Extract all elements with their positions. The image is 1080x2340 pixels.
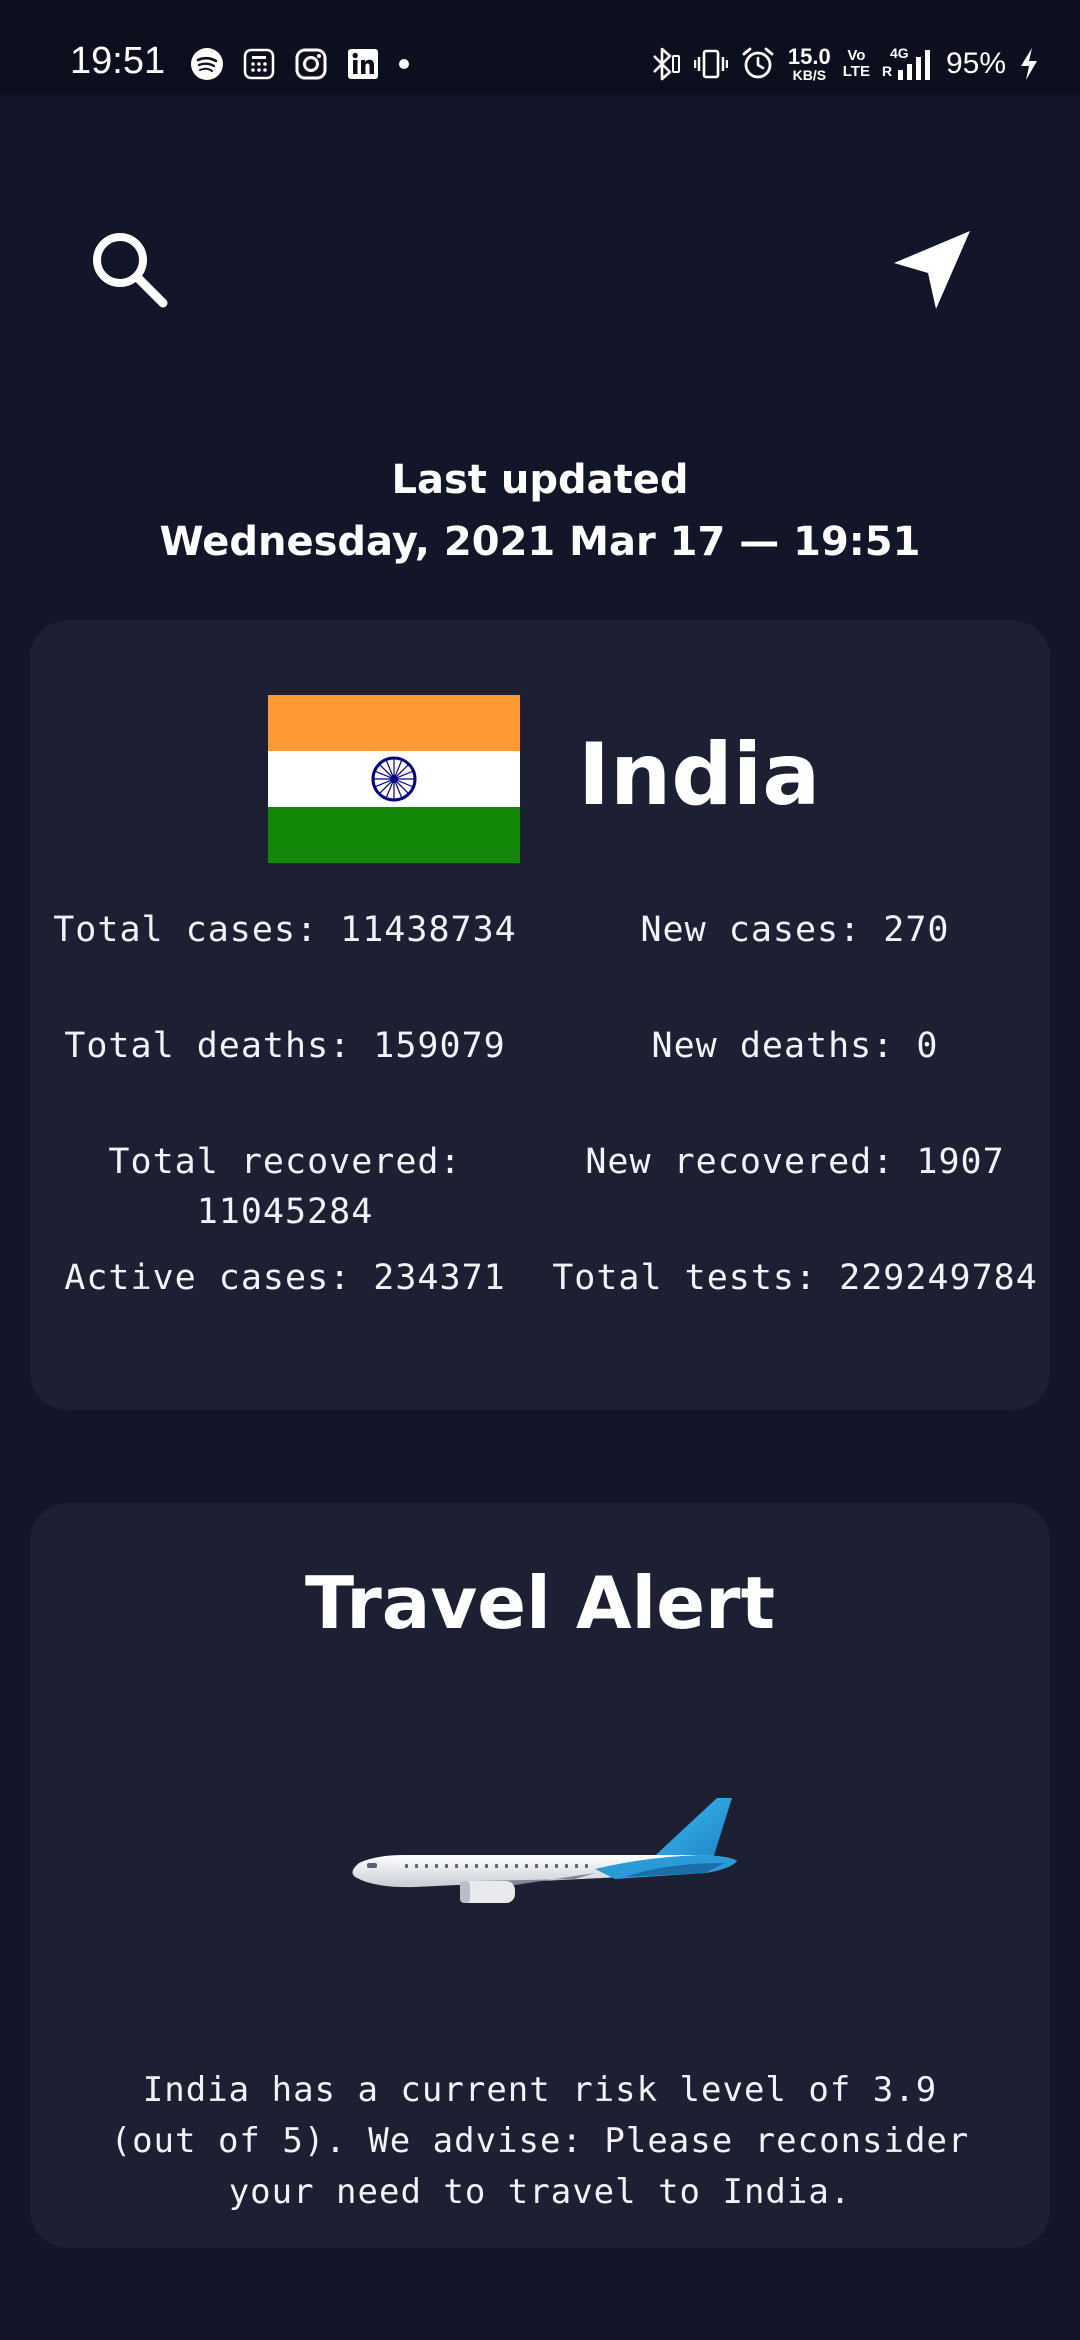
network-speed-value: 15.0 bbox=[787, 43, 831, 69]
instagram-icon bbox=[295, 48, 327, 80]
travel-alert-card: Travel Alert India has a current risk le… bbox=[30, 1503, 1050, 2248]
battery-percent: 95% bbox=[945, 47, 1006, 80]
network-speed-unit: KB/S bbox=[792, 66, 827, 83]
total-cases: Total cases: 11438734 bbox=[53, 910, 517, 950]
charging-icon bbox=[1021, 48, 1037, 80]
search-icon bbox=[93, 233, 168, 308]
bluetooth-icon bbox=[652, 47, 680, 81]
travel-advice-text: India has a current risk level of 3.9 (o… bbox=[110, 2070, 970, 2212]
new-deaths: New deaths: 0 bbox=[651, 1026, 939, 1066]
last-updated-label: Last updated bbox=[391, 457, 689, 503]
total-tests: Total tests: 229249784 bbox=[552, 1258, 1038, 1298]
status-time: 19:51 bbox=[70, 40, 166, 82]
airplane-icon bbox=[352, 1798, 737, 1903]
navigation-arrow-icon bbox=[894, 231, 970, 309]
calculator-icon bbox=[243, 48, 275, 80]
travel-alert-title: Travel Alert bbox=[305, 1561, 775, 1645]
new-recovered: New recovered: 1907 bbox=[585, 1142, 1005, 1182]
country-stats-card: India Total cases: 11438734 New cases: 2… bbox=[30, 620, 1050, 1410]
total-deaths: Total deaths: 159079 bbox=[64, 1026, 506, 1066]
volte-top: Vo bbox=[847, 47, 866, 64]
volte-bottom: LTE bbox=[842, 63, 870, 80]
alarm-icon bbox=[742, 47, 774, 79]
search-button[interactable] bbox=[75, 215, 185, 325]
new-cases: New cases: 270 bbox=[640, 910, 950, 950]
signal-icon bbox=[897, 50, 930, 80]
system-status: 15.0 KB/S Vo LTE 4G R 95% bbox=[648, 44, 1040, 84]
network-speed: 15.0 KB/S bbox=[787, 43, 831, 83]
linkedin-icon bbox=[348, 49, 378, 79]
vibrate-icon bbox=[693, 49, 728, 79]
active-cases: Active cases: 234371 bbox=[64, 1258, 506, 1298]
roaming-indicator: R bbox=[881, 63, 893, 79]
volte-indicator: Vo LTE bbox=[843, 48, 870, 80]
last-updated: Last updated Wednesday, 2021 Mar 17 — 19… bbox=[0, 450, 1080, 574]
signal-group: 4G R bbox=[882, 46, 934, 82]
country-name: India bbox=[578, 725, 821, 825]
india-flag-icon bbox=[268, 695, 520, 863]
last-updated-datetime: Wednesday, 2021 Mar 17 — 19:51 bbox=[159, 519, 921, 565]
dot-icon bbox=[399, 59, 409, 69]
spotify-icon bbox=[191, 48, 223, 80]
total-recovered: Total recovered: 11045284 bbox=[108, 1142, 462, 1232]
location-button[interactable] bbox=[876, 215, 986, 325]
app-screen: 19:51 15.0 KB/S Vo LTE 4G R 95% Last upd… bbox=[0, 0, 1080, 2340]
status-bar: 19:51 15.0 KB/S Vo LTE 4G R 95% bbox=[0, 0, 1080, 95]
